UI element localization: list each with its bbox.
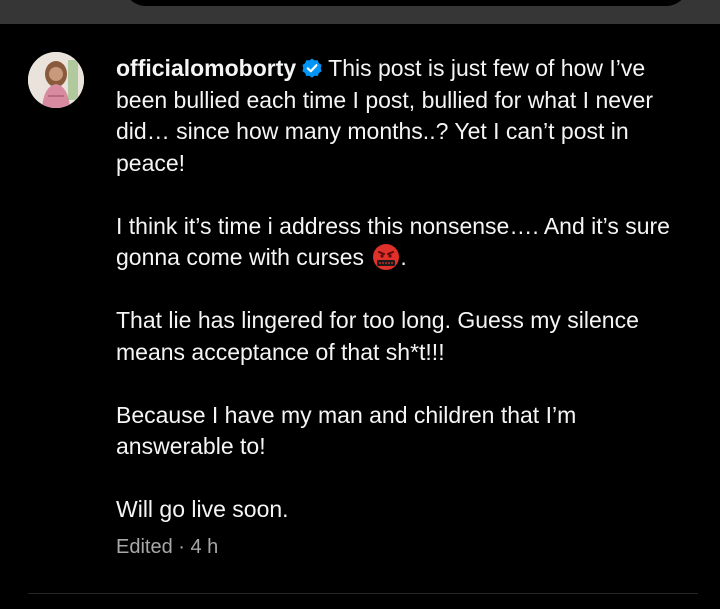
caption-paragraph: That lie has lingered for too long. Gues… <box>116 305 691 368</box>
caption-text: Because I have my man and children that … <box>116 401 577 460</box>
verified-badge-icon <box>300 56 324 80</box>
top-bar <box>0 0 720 24</box>
caption-paragraph: I think it’s time i address this nonsens… <box>116 211 691 274</box>
post-meta: Edited · 4 h <box>116 536 218 559</box>
caption-paragraph: Because I have my man and children that … <box>116 400 691 463</box>
post-timestamp[interactable]: 4 h <box>191 536 219 558</box>
edited-label: Edited <box>116 536 173 558</box>
caption-paragraph: officialomoborty This post is just few of… <box>116 53 691 179</box>
caption-paragraph: Will go live soon. <box>116 494 691 526</box>
caption-text-suffix: . <box>400 244 407 270</box>
caption-text: Will go live soon. <box>116 496 289 522</box>
avatar[interactable] <box>28 52 84 108</box>
post-caption: officialomoborty This post is just few of… <box>116 53 691 526</box>
username-link[interactable]: officialomoborty <box>116 55 296 81</box>
swearing-face-emoji-icon <box>372 243 400 271</box>
caption-text: That lie has lingered for too long. Gues… <box>116 307 639 365</box>
search-bar[interactable] <box>123 0 689 6</box>
divider <box>28 593 698 594</box>
meta-separator: · <box>172 536 191 558</box>
